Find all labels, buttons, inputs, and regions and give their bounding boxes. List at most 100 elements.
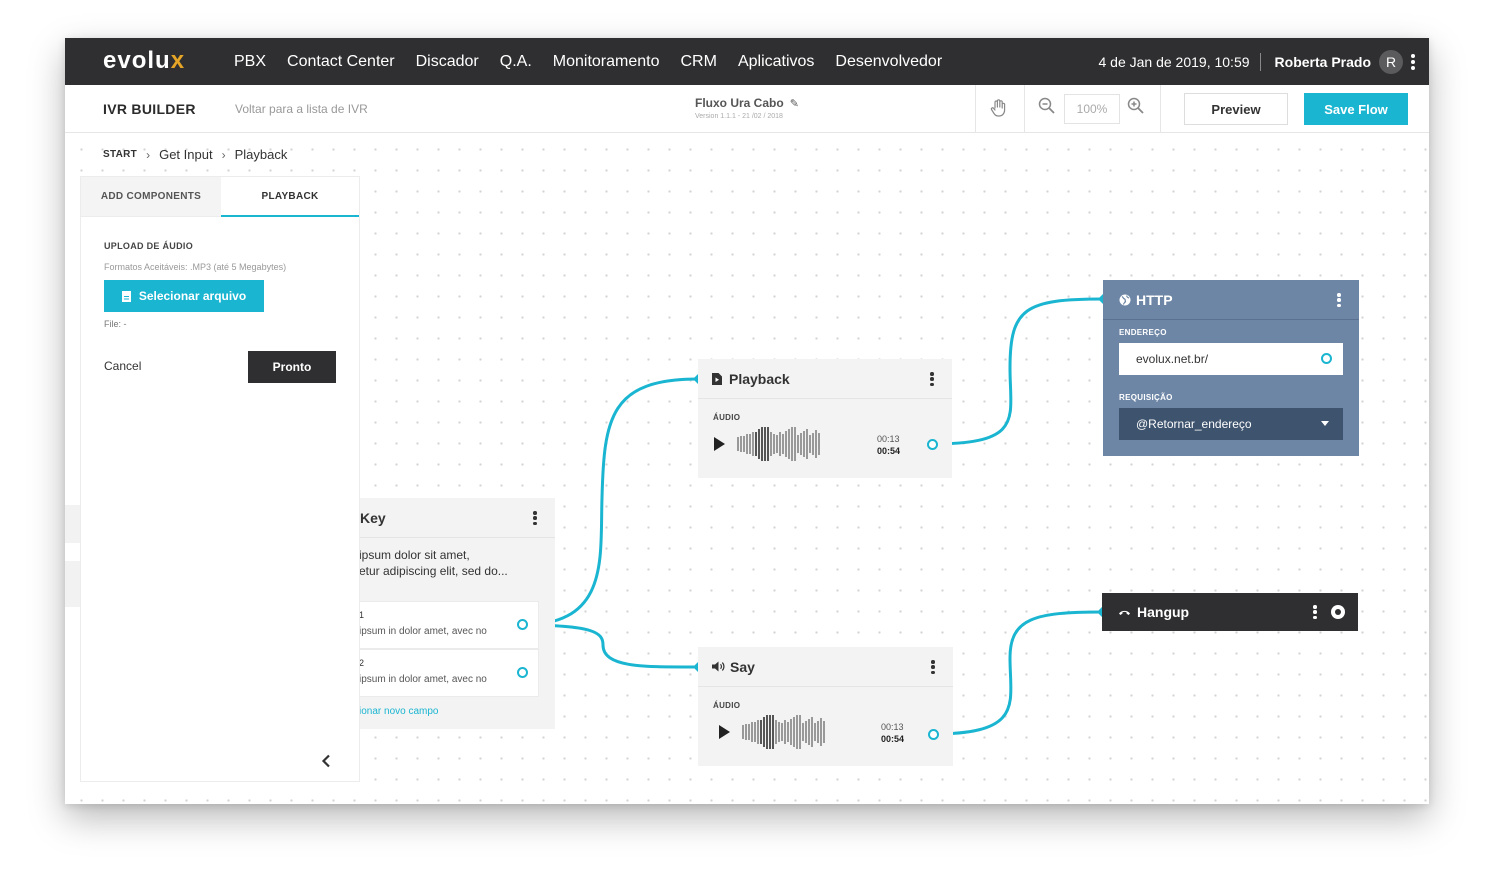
waveform-bar xyxy=(764,427,766,461)
waveform-bar xyxy=(812,433,814,455)
select-file-button[interactable]: Selecionar arquivo xyxy=(104,280,264,312)
node-title: Say xyxy=(730,658,755,675)
cancel-button[interactable]: Cancel xyxy=(104,359,141,373)
evolux-logo[interactable]: evolux xyxy=(103,47,185,75)
node-menu-icon[interactable] xyxy=(1313,605,1317,619)
toolbar-divider xyxy=(1024,85,1025,133)
preview-button[interactable]: Preview xyxy=(1184,93,1288,125)
nav-contact-center[interactable]: Contact Center xyxy=(287,53,395,71)
end-port-icon[interactable] xyxy=(1331,605,1345,619)
node-title: Hangup xyxy=(1137,604,1190,620)
node-title: HTTP xyxy=(1136,291,1173,308)
waveform-bar xyxy=(778,722,780,742)
add-field-link[interactable]: ionar novo campo xyxy=(359,706,439,717)
audio-label: ÁUDIO xyxy=(713,413,741,422)
node-playback[interactable]: Playback ÁUDIO 00:13 00:54 xyxy=(698,359,952,478)
input-option-2[interactable]: 2 ipsum in dolor amet, avec no xyxy=(359,649,539,697)
nav-crm[interactable]: CRM xyxy=(681,53,717,71)
chevron-right-icon: › xyxy=(146,147,151,162)
file-audio-icon xyxy=(712,372,722,385)
waveform-bar xyxy=(770,432,772,456)
background-row xyxy=(65,505,81,543)
waveform-bar xyxy=(740,436,742,452)
play-icon[interactable] xyxy=(714,437,725,451)
node-menu-icon[interactable] xyxy=(930,372,934,386)
waveform-bar xyxy=(784,720,786,744)
more-menu-icon[interactable] xyxy=(1411,53,1415,70)
caret-down-icon xyxy=(1321,421,1329,426)
play-icon[interactable] xyxy=(719,725,730,739)
waveform-bar xyxy=(818,433,820,455)
tab-add-components[interactable]: ADD COMPONENTS xyxy=(81,177,221,217)
nav-aplicativos[interactable]: Aplicativos xyxy=(738,53,814,71)
waveform-bar xyxy=(791,427,793,461)
input-option-1[interactable]: 1 ipsum in dolor amet, avec no xyxy=(359,601,539,649)
waveform-bar xyxy=(802,723,804,741)
audio-waveform[interactable] xyxy=(742,714,825,750)
save-flow-button[interactable]: Save Flow xyxy=(1304,93,1408,125)
waveform-bar xyxy=(779,432,781,456)
builder-toolbar: IVR BUILDER Voltar para a lista de IVR F… xyxy=(65,85,1429,133)
waveform-bar xyxy=(823,721,825,743)
address-label: ENDEREÇO xyxy=(1119,328,1167,337)
node-hangup[interactable]: Hangup xyxy=(1102,593,1358,631)
accepted-formats: Formatos Aceitáveis: .MP3 (até 5 Megabyt… xyxy=(104,262,287,272)
waveform-bar xyxy=(815,430,817,458)
waveform-bar xyxy=(809,435,811,453)
nav-desenvolvedor[interactable]: Desenvolvedor xyxy=(835,53,942,71)
waveform-bar xyxy=(776,435,778,453)
node-menu-icon[interactable] xyxy=(1337,293,1341,307)
flow-name[interactable]: Fluxo Ura Cabo ✎ xyxy=(695,96,799,110)
nav-qa[interactable]: Q.A. xyxy=(500,53,532,71)
output-port[interactable] xyxy=(927,439,938,450)
audio-waveform[interactable] xyxy=(737,426,820,462)
zoom-level[interactable]: 100% xyxy=(1064,94,1120,124)
address-input[interactable]: evolux.net.br/ xyxy=(1119,343,1343,375)
node-http[interactable]: HTTP ENDEREÇO evolux.net.br/ REQUISIÇÃO … xyxy=(1103,280,1359,456)
page-title: IVR BUILDER xyxy=(103,101,196,117)
background-row xyxy=(65,561,81,607)
nav-monitoramento[interactable]: Monitoramento xyxy=(553,53,660,71)
pan-hand-icon[interactable] xyxy=(990,99,1006,122)
waveform-bar xyxy=(767,427,769,461)
waveform-bar xyxy=(746,434,748,454)
avatar[interactable]: R xyxy=(1379,49,1403,74)
user-area: 4 de Jan de 2019, 10:59 Roberta Prado R xyxy=(1098,38,1415,85)
waveform-bar xyxy=(799,715,801,749)
collapse-panel-icon[interactable] xyxy=(321,752,331,773)
current-datetime: 4 de Jan de 2019, 10:59 xyxy=(1098,53,1250,70)
node-header: HTTP xyxy=(1103,280,1359,320)
node-menu-icon[interactable] xyxy=(533,511,537,525)
breadcrumb-start[interactable]: START xyxy=(103,149,137,160)
waveform-bar xyxy=(752,432,754,456)
waveform-bar xyxy=(782,434,784,454)
zoom-in-icon[interactable] xyxy=(1127,97,1145,120)
waveform-bar xyxy=(742,725,744,739)
waveform-bar xyxy=(785,431,787,457)
back-to-ivr-list-link[interactable]: Voltar para a lista de IVR xyxy=(235,102,368,116)
user-name[interactable]: Roberta Prado xyxy=(1275,54,1371,70)
waveform-bar xyxy=(737,437,739,451)
chevron-right-icon: › xyxy=(221,147,226,162)
output-port[interactable] xyxy=(517,619,528,630)
edit-pencil-icon[interactable]: ✎ xyxy=(790,97,799,110)
nav-pbx[interactable]: PBX xyxy=(234,53,266,71)
tab-playback[interactable]: PLAYBACK xyxy=(221,177,359,217)
node-say[interactable]: Say ÁUDIO 00:13 00:54 xyxy=(698,647,953,766)
node-menu-icon[interactable] xyxy=(931,660,935,674)
file-icon xyxy=(121,290,131,302)
output-port[interactable] xyxy=(928,729,939,740)
node-title: Playback xyxy=(729,370,790,387)
nav-discador[interactable]: Discador xyxy=(416,53,479,71)
waveform-bar xyxy=(749,434,751,454)
output-port[interactable] xyxy=(517,667,528,678)
address-port[interactable] xyxy=(1321,353,1332,364)
waveform-bar xyxy=(751,722,753,742)
done-button[interactable]: Pronto xyxy=(248,351,336,383)
breadcrumb-get-input[interactable]: Get Input xyxy=(159,147,212,162)
zoom-out-icon[interactable] xyxy=(1038,97,1056,120)
waveform-bar xyxy=(793,717,795,747)
node-get-input[interactable]: Key ipsum dolor sit amet, etur adipiscing… xyxy=(359,498,555,729)
waveform-bar xyxy=(817,721,819,743)
request-select[interactable]: @Retornar_endereço xyxy=(1119,408,1343,440)
